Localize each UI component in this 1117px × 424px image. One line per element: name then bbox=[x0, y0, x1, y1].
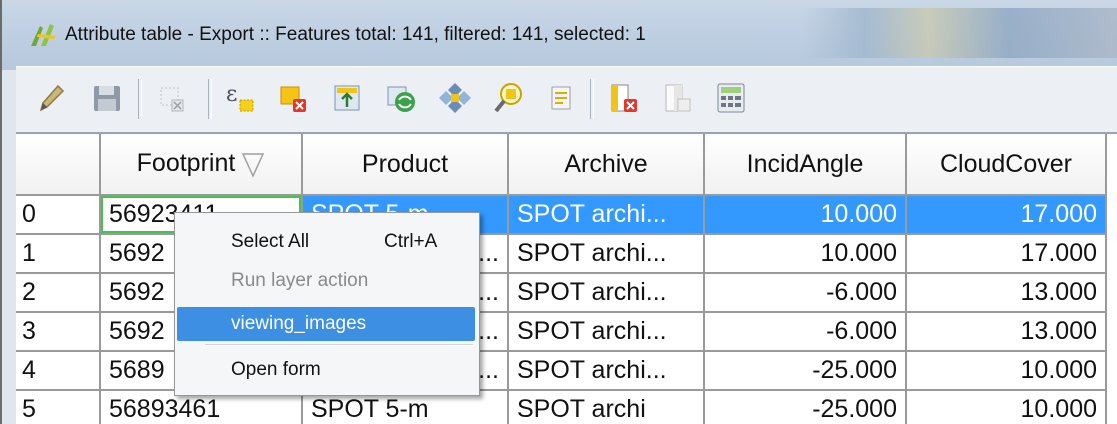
copy-selected-rows-button[interactable] bbox=[542, 79, 580, 117]
invert-selection-button[interactable] bbox=[382, 79, 420, 117]
corner-header[interactable] bbox=[16, 134, 101, 196]
column-header-archive[interactable]: Archive bbox=[508, 134, 705, 196]
unselect-icon bbox=[280, 86, 306, 112]
qgis-app-icon bbox=[31, 24, 56, 46]
table-cell[interactable]: 17.000 bbox=[906, 195, 1107, 235]
new-column-icon bbox=[665, 84, 691, 112]
menu-item-viewing-images[interactable]: viewing_images bbox=[177, 307, 475, 341]
delete-column-icon bbox=[611, 84, 637, 112]
table-cell[interactable]: SPOT archi bbox=[508, 390, 705, 424]
delete-column-button[interactable] bbox=[604, 79, 642, 117]
table-cell[interactable]: 10.000 bbox=[906, 390, 1107, 424]
menu-item-shortcut: Ctrl+A bbox=[384, 231, 438, 252]
table-cell[interactable]: SPOT archi... bbox=[508, 195, 705, 235]
menu-item-open-form[interactable]: Open form bbox=[177, 353, 475, 387]
pan-to-selection-icon bbox=[439, 83, 471, 113]
zoom-to-selected-button[interactable] bbox=[490, 79, 528, 117]
select-by-expression-button[interactable]: ε bbox=[220, 79, 258, 117]
expression-select-icon: ε bbox=[226, 82, 254, 112]
unselect-all-button[interactable] bbox=[274, 79, 312, 117]
column-header-cloudcover[interactable]: CloudCover bbox=[906, 134, 1107, 196]
row-header[interactable]: 5 bbox=[16, 390, 101, 424]
row-header[interactable]: 0 bbox=[16, 195, 101, 235]
menu-item-label: Open form bbox=[231, 359, 321, 380]
table-cell[interactable]: SPOT archi... bbox=[508, 351, 705, 391]
table-cell[interactable]: -25.000 bbox=[704, 351, 907, 391]
column-header-product[interactable]: Product bbox=[302, 134, 509, 196]
row-header[interactable]: 2 bbox=[16, 273, 101, 313]
pan-to-selected-button[interactable] bbox=[436, 79, 474, 117]
column-header-label: Product bbox=[361, 149, 449, 178]
table-cell[interactable]: 17.000 bbox=[906, 234, 1107, 274]
invert-selection-icon bbox=[387, 86, 415, 112]
zoom-to-selection-icon bbox=[494, 83, 522, 113]
column-header-label: IncidAngle bbox=[746, 149, 864, 178]
column-header-label: CloudCover bbox=[939, 149, 1072, 178]
attribute-table-window: Attribute table - Export :: Features tot… bbox=[0, 0, 1117, 424]
column-header-label: Footprint bbox=[136, 149, 236, 178]
row-context-menu: Select All Ctrl+A Run layer action viewi… bbox=[174, 212, 480, 396]
menu-item-select-all[interactable]: Select All Ctrl+A bbox=[177, 225, 475, 259]
menu-item-run-layer-action: Run layer action bbox=[177, 264, 475, 298]
table-cell[interactable]: SPOT archi... bbox=[508, 273, 705, 313]
pencil-icon bbox=[39, 84, 65, 112]
table-cell[interactable]: -6.000 bbox=[704, 273, 907, 313]
copy-rows-icon bbox=[551, 86, 571, 110]
table-cell[interactable]: -25.000 bbox=[704, 390, 907, 424]
new-column-button[interactable] bbox=[658, 79, 696, 117]
column-header-label: Archive bbox=[564, 149, 648, 178]
attribute-toolbar: ε bbox=[16, 66, 1117, 132]
menu-item-label: Run layer action bbox=[231, 270, 369, 291]
row-header[interactable]: 3 bbox=[16, 312, 101, 352]
table-cell[interactable]: 10.000 bbox=[704, 234, 907, 274]
toggle-editing-button[interactable] bbox=[32, 79, 70, 117]
svg-text:ε: ε bbox=[226, 82, 237, 107]
table-cell[interactable]: 10.000 bbox=[906, 351, 1107, 391]
toolbar-separator bbox=[138, 79, 142, 119]
menu-item-label: viewing_images bbox=[231, 313, 367, 334]
field-calculator-icon bbox=[717, 83, 745, 113]
table-cell[interactable]: SPOT archi... bbox=[508, 234, 705, 274]
table-cell[interactable]: 13.000 bbox=[906, 312, 1107, 352]
row-header[interactable]: 4 bbox=[16, 351, 101, 391]
column-header-incidangle[interactable]: IncidAngle bbox=[704, 134, 907, 196]
header-row: Footprint Product Archive IncidAngle Clo… bbox=[16, 134, 1107, 196]
save-edits-button[interactable] bbox=[88, 79, 126, 117]
table-cell[interactable]: 13.000 bbox=[906, 273, 1107, 313]
column-header-footprint[interactable]: Footprint bbox=[100, 134, 303, 196]
table-cell[interactable]: 10.000 bbox=[704, 195, 907, 235]
sort-descending-icon bbox=[242, 152, 265, 178]
table-cell[interactable]: SPOT archi... bbox=[508, 312, 705, 352]
toolbar-separator bbox=[590, 79, 594, 119]
delete-selected-button[interactable] bbox=[152, 79, 190, 117]
title-bar-background bbox=[802, 8, 1117, 58]
menu-item-label: Select All bbox=[231, 231, 310, 252]
delete-features-icon bbox=[160, 87, 184, 112]
window-title: Attribute table - Export :: Features tot… bbox=[65, 24, 646, 45]
move-selection-to-top-button[interactable] bbox=[328, 79, 366, 117]
row-header[interactable]: 1 bbox=[16, 234, 101, 274]
table-cell[interactable]: -6.000 bbox=[704, 312, 907, 352]
move-to-top-icon bbox=[334, 85, 360, 111]
save-icon bbox=[94, 86, 120, 111]
title-bar[interactable]: Attribute table - Export :: Features tot… bbox=[2, 0, 1117, 70]
menu-separator bbox=[205, 344, 473, 346]
toolbar-separator bbox=[208, 79, 212, 119]
field-calculator-button[interactable] bbox=[712, 79, 750, 117]
